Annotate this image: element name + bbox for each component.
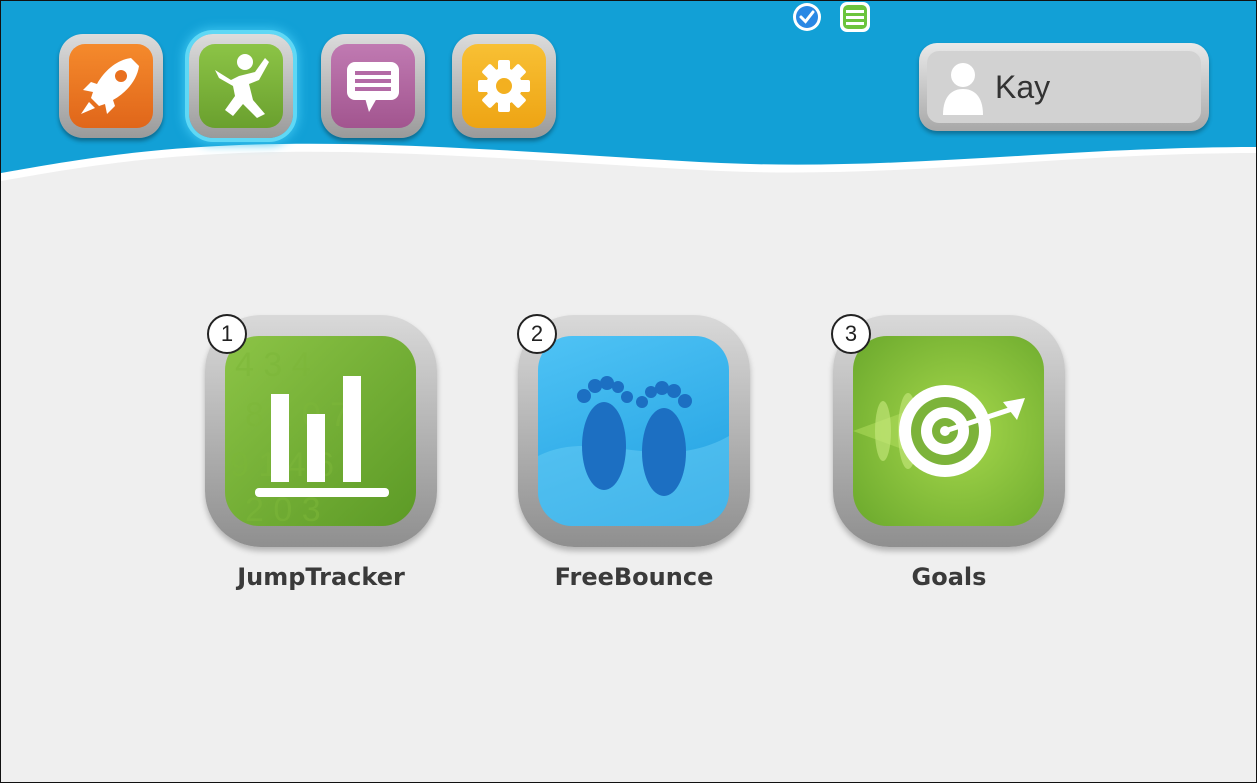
nav-button-settings[interactable]	[452, 34, 556, 138]
chat-bubble-icon	[347, 62, 399, 112]
rocket-icon	[81, 58, 139, 114]
app-tile-jumptracker[interactable]: 4 3 4 8 2 0 7 9 1 4 6 2 0 3	[205, 315, 437, 547]
nav-button-messages[interactable]	[321, 34, 425, 138]
app-label-freebounce[interactable]: FreeBounce	[484, 563, 784, 591]
app-number-badge: 2	[517, 314, 557, 354]
app-tile-freebounce[interactable]	[518, 315, 750, 547]
gear-icon	[478, 60, 530, 112]
app-label-goals[interactable]: Goals	[799, 563, 1099, 591]
user-silhouette-icon	[943, 63, 983, 115]
app-number-badge: 1	[207, 314, 247, 354]
app-number-badge: 3	[831, 314, 871, 354]
user-selector[interactable]: Kay	[919, 43, 1209, 131]
svg-text:8 2 0 7: 8 2 0 7	[245, 396, 349, 434]
app-tile-goals[interactable]	[833, 315, 1065, 547]
bar-chart-icon: 4 3 4 8 2 0 7 9 1 4 6 2 0 3	[230, 346, 389, 526]
footprints-icon	[538, 376, 729, 526]
nav-button-rocket[interactable]	[59, 34, 163, 138]
svg-text:4 3 4: 4 3 4	[235, 346, 311, 384]
check-circle-icon	[793, 3, 821, 31]
nav-button-activity[interactable]	[189, 34, 293, 138]
list-icon	[840, 2, 870, 32]
header-bar: Kay	[1, 1, 1256, 216]
app-window: Kay 4 3 4 8 2 0 7 9 1 4 6 2 0 3 1 JumpTr…	[0, 0, 1257, 783]
app-label-jumptracker[interactable]: JumpTracker	[171, 563, 471, 591]
target-icon	[853, 385, 1025, 477]
jumping-person-icon	[215, 54, 269, 118]
user-name: Kay	[995, 69, 1051, 105]
